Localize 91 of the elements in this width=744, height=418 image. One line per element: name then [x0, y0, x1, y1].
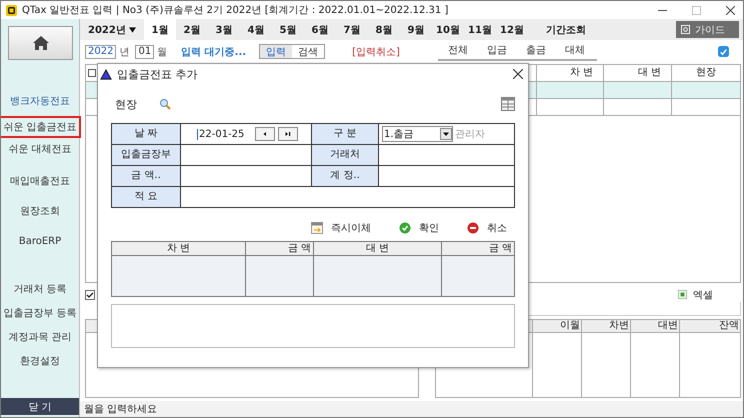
cash-book-field[interactable]	[181, 145, 311, 165]
checkbox[interactable]	[85, 290, 95, 300]
sidebar-item[interactable]: 환경설정	[16, 350, 64, 372]
mode-tab[interactable]: 입력	[260, 45, 292, 58]
month-tab[interactable]: 7월	[336, 19, 368, 40]
period-tab[interactable]: 기간조회	[546, 22, 586, 36]
sidebar-item[interactable]: 원장조회	[16, 200, 64, 222]
guide-button[interactable]: 가이드	[676, 21, 739, 38]
close-icon[interactable]	[513, 69, 523, 79]
transfer-button[interactable]: 즉시이체	[311, 220, 371, 236]
sidebar-item[interactable]: 매입매출전표	[6, 170, 74, 192]
left-arrow-icon	[262, 131, 268, 137]
column-header: 현장	[671, 64, 740, 81]
home-icon	[32, 36, 48, 50]
column-header: 차 변	[536, 64, 603, 81]
month-tab[interactable]: 1월	[144, 19, 176, 40]
column-header: 대 변	[313, 242, 441, 255]
manager-label: 관리자	[455, 128, 485, 141]
amount-label: 금 액..	[112, 166, 180, 186]
sidebar-item[interactable]: 입출금장부 등록	[1, 302, 81, 324]
guide-icon	[681, 25, 690, 34]
dialog-title: 입출금전표 추가	[117, 66, 198, 82]
close-icon[interactable]	[726, 6, 735, 14]
account-field[interactable]	[379, 166, 514, 186]
partner-field[interactable]	[379, 145, 514, 165]
type-dropdown[interactable]: 1.출금	[382, 126, 453, 142]
sidebar-item[interactable]: BaroERP	[14, 232, 66, 251]
column-header: 잔액	[679, 320, 740, 332]
month-tab[interactable]: 3월	[208, 19, 240, 40]
minus-circle-icon	[467, 222, 479, 234]
cash-book-label: 입출금장부	[112, 145, 180, 165]
type-label: 구 분	[312, 124, 378, 144]
month-tab[interactable]: 10월	[432, 19, 464, 40]
input-status: 입력 대기중...	[181, 46, 246, 59]
memo-label: 적 요	[112, 187, 180, 207]
window-title: QTax 일반전표 입력 | No3 (주)큐솔루션 2기 2022년 [회계기간 : 2022.01.01~2022.12.31 ]	[22, 4, 448, 17]
month-field[interactable]: 01	[135, 44, 154, 59]
account-label: 계 정..	[312, 166, 378, 186]
year-field[interactable]: 2022	[85, 44, 116, 59]
month-unit: 월	[157, 46, 168, 59]
month-tab[interactable]: 4월	[240, 19, 272, 40]
cancel-input-link[interactable]: [입력취소]	[352, 44, 400, 59]
checkbox[interactable]	[88, 68, 96, 77]
filter-tab[interactable]: 대체	[564, 42, 585, 57]
amount-field[interactable]	[181, 166, 311, 186]
cancel-button[interactable]: 취소	[467, 220, 507, 236]
filter-tab[interactable]: 입금	[486, 42, 507, 57]
excel-button[interactable]: 엑셀	[678, 288, 713, 302]
month-tab[interactable]: 6월	[304, 19, 336, 40]
filter-tab[interactable]: 전체	[448, 42, 468, 57]
sidebar-item[interactable]: 계정과목 관리	[4, 326, 76, 348]
confirm-button[interactable]: 확인	[399, 220, 439, 236]
check-circle-icon	[399, 222, 411, 234]
spreadsheet-icon	[678, 290, 687, 300]
partner-label: 거래처	[312, 145, 378, 165]
caret-icon	[128, 26, 136, 32]
maximize-icon[interactable]	[692, 6, 701, 14]
column-header: 이월	[532, 320, 581, 332]
note-box[interactable]	[111, 304, 515, 348]
sidebar-item[interactable]: 쉬운 입출금전표	[1, 116, 81, 138]
month-tab[interactable]: 12월	[496, 19, 528, 40]
column-header: 대변	[630, 320, 679, 332]
date-label: 날 짜	[112, 124, 180, 144]
site-label: 현장	[115, 96, 137, 112]
column-header: 차변	[581, 320, 630, 332]
sidebar-item[interactable]: 뱅크자동전표	[6, 90, 74, 112]
table-icon[interactable]	[501, 97, 515, 111]
sidebar-item[interactable]: 쉬운 대체전표	[4, 138, 76, 160]
month-tab[interactable]: 2월	[176, 19, 208, 40]
calendar-icon	[311, 222, 323, 234]
triangle-icon	[100, 68, 112, 80]
month-tab[interactable]: 9월	[400, 19, 432, 40]
month-tab[interactable]: 5월	[272, 19, 304, 40]
year-dropdown[interactable]: 2022년	[88, 22, 144, 36]
search-icon[interactable]	[159, 98, 171, 110]
home-button[interactable]	[8, 26, 73, 60]
column-header: 금 액	[441, 242, 514, 255]
close-button[interactable]: 닫 기	[1, 398, 79, 415]
filter-tab[interactable]: 출금	[526, 42, 546, 57]
month-tab[interactable]: 11월	[464, 19, 496, 40]
app-logo-icon	[6, 4, 17, 16]
column-header: 금 액	[245, 242, 313, 255]
month-tab[interactable]: 8월	[368, 19, 400, 40]
skip-end-icon	[284, 131, 292, 137]
column-header: 대 변	[603, 64, 671, 81]
column-header: 차 변	[166, 242, 192, 255]
year-unit: 년	[119, 46, 130, 59]
sidebar-item[interactable]: 거래처 등록	[9, 278, 71, 300]
last-button[interactable]	[278, 127, 298, 141]
memo-field[interactable]	[181, 187, 514, 207]
status-text: 월을 입력하세요	[84, 403, 158, 416]
